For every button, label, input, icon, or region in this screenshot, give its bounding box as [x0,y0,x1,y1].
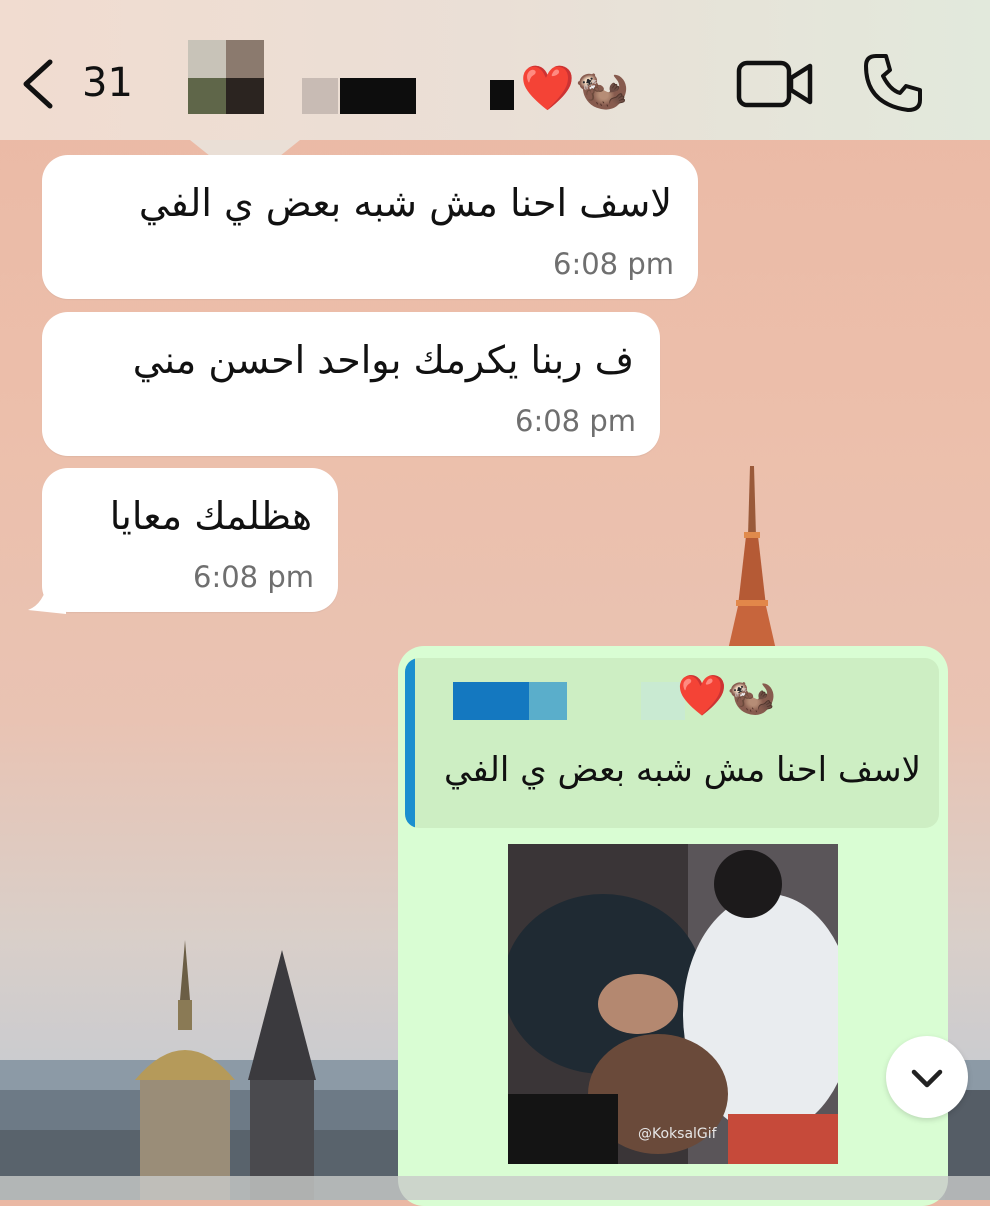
header-notch [190,140,300,156]
message-bubble-incoming[interactable]: ف ربنا يكرمك بواحد احسن مني 6:08 pm [42,312,660,456]
chat-header: 31 ❤️🦦 [0,0,990,140]
quoted-message-text: لاسف احنا مش شبه بعض ي الفي [443,750,921,790]
unread-count[interactable]: 31 [82,60,133,106]
message-text: هظلمك معايا [109,494,312,538]
quoted-reply[interactable]: ❤️🦦 لاسف احنا مش شبه بعض ي الفي [405,658,939,828]
quote-accent-bar [405,658,415,828]
contact-name-redacted[interactable] [302,78,416,114]
scroll-to-bottom-button[interactable] [886,1036,968,1118]
gif-watermark: @KoksalGif [638,1126,717,1142]
quoted-sender-emojis: ❤️🦦 [677,673,777,719]
chevron-left-icon[interactable] [18,58,58,110]
contact-name-redacted-tail [490,80,514,110]
message-bubble-incoming[interactable]: لاسف احنا مش شبه بعض ي الفي 6:08 pm [42,155,698,299]
message-text: ف ربنا يكرمك بواحد احسن مني [132,338,634,382]
message-text: لاسف احنا مش شبه بعض ي الفي [138,181,672,225]
eiffel-tower-background [728,466,776,650]
gif-frame [508,844,838,1164]
message-time: 6:08 pm [553,247,674,281]
video-camera-icon[interactable] [736,58,814,110]
phone-icon[interactable] [862,52,924,114]
message-time: 6:08 pm [193,560,314,594]
contact-emojis: ❤️🦦 [520,63,630,114]
media-gif[interactable]: @KoksalGif [508,844,838,1164]
composer-bar-edge [0,1176,990,1200]
message-time: 6:08 pm [515,404,636,438]
chevron-down-icon [911,1069,943,1088]
message-bubble-incoming[interactable]: هظلمك معايا 6:08 pm [42,468,338,612]
bubble-tail [28,580,66,614]
avatar[interactable] [188,40,264,114]
